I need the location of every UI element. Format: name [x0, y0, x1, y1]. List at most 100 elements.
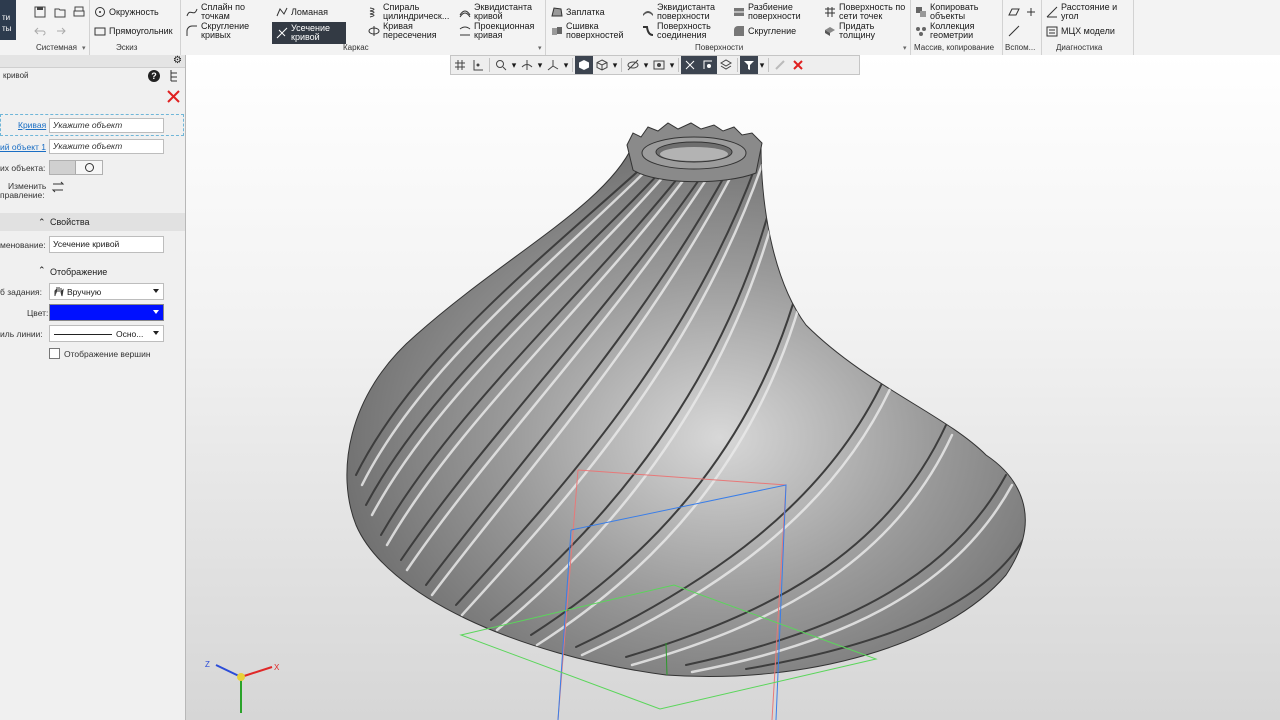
curve-field[interactable]: Укажите объект [49, 118, 164, 133]
dimensions-icon[interactable] [699, 56, 717, 74]
vase-model[interactable]: X Z [186, 55, 1280, 720]
line-style-select[interactable]: Осно... [49, 325, 164, 342]
orientation-icon[interactable] [544, 56, 562, 74]
fillet-button[interactable]: Скругление [733, 25, 796, 37]
curve-label[interactable]: Кривая [18, 120, 46, 130]
section-view-icon[interactable] [650, 56, 668, 74]
properties-panel: ⚙ кривой ? Кривая Укажите объект ий объе… [0, 55, 186, 720]
separator [89, 0, 90, 55]
group-label-system: Системная [36, 43, 77, 52]
wireframe-cube-icon[interactable] [593, 56, 611, 74]
ribbon-tab-strip[interactable]: ти ты [0, 0, 16, 40]
rectangle-button[interactable]: Прямоугольник [94, 25, 173, 37]
method-select[interactable]: Вручную [49, 283, 164, 300]
copy-objects-button[interactable]: Копировать объекты [915, 3, 978, 21]
patch-button[interactable]: Заплатка [551, 6, 605, 18]
display-section[interactable]: ⌃ Отображение [0, 265, 185, 279]
equidistant-icon [459, 6, 471, 18]
properties-section[interactable]: ⌃ Свойства [0, 213, 185, 231]
close-icon[interactable] [167, 90, 180, 105]
surface-by-grid-button[interactable]: Поверхность по сети точек [824, 3, 905, 21]
point-icon[interactable] [1024, 5, 1038, 19]
projection-curve-button[interactable]: Проекционная кривая [459, 22, 534, 40]
separator [768, 58, 769, 72]
rotate-icon[interactable] [518, 56, 536, 74]
undo-icon[interactable] [33, 24, 47, 38]
copy-icon [915, 6, 927, 18]
chevron-down-icon[interactable]: ▾ [562, 56, 570, 74]
name-field[interactable]: Усечение кривой [49, 236, 164, 253]
cancel-icon[interactable] [789, 56, 807, 74]
constraints-icon[interactable] [681, 56, 699, 74]
open-icon[interactable] [53, 5, 67, 19]
distance-angle-button[interactable]: Расстояние и угол [1046, 3, 1117, 21]
filter-icon[interactable] [740, 56, 758, 74]
view-toolbar: ▾ ▾ ▾ ▾ ▾ ▾ ▾ [450, 55, 860, 75]
connecting-surface-button[interactable]: Поверхность соединения [642, 22, 711, 40]
side-toggle[interactable] [49, 160, 103, 175]
chevron-down-icon[interactable]: ▾ [82, 44, 86, 52]
grid-toggle-icon[interactable] [451, 56, 469, 74]
layers-icon[interactable] [717, 56, 735, 74]
zoom-icon[interactable] [492, 56, 510, 74]
axis-triad[interactable]: X Z [205, 660, 280, 713]
line-style-value: Осно... [116, 329, 144, 339]
chevron-down-icon[interactable]: ▾ [538, 44, 542, 52]
vase-neck [626, 122, 763, 183]
show-vertices-checkbox[interactable] [49, 348, 60, 359]
object-field[interactable]: Укажите объект [49, 139, 164, 154]
curve-trim-button[interactable]: Усечение кривой [272, 22, 347, 44]
group-label-arrays: Массив, копирование [914, 43, 995, 52]
chevron-down-icon[interactable]: ▾ [642, 56, 650, 74]
mass-properties-label: МЦХ модели [1061, 25, 1115, 36]
curve-fillet-button[interactable]: Скругление кривых [186, 22, 249, 40]
apply-icon[interactable] [771, 56, 789, 74]
split-surface-button[interactable]: Разбиение поверхности [733, 3, 801, 21]
spiral-label-2: цилиндрическ... [383, 11, 450, 21]
chevron-down-icon[interactable]: ▾ [536, 56, 544, 74]
intersection-label-2: пересечения [383, 30, 437, 40]
separator [1041, 0, 1042, 55]
polyline-button[interactable]: Ломаная [276, 6, 328, 18]
properties-section-label: Свойства [50, 217, 90, 227]
redo-icon[interactable] [53, 24, 67, 38]
intersection-icon [368, 25, 380, 37]
snap-icon[interactable] [469, 56, 487, 74]
tree-icon[interactable] [168, 69, 180, 84]
object-label[interactable]: ий объект 1 [0, 142, 46, 152]
3d-viewport[interactable]: X Z ▾ ▾ ▾ ▾ ▾ ▾ ▾ [186, 55, 1280, 720]
save-icon[interactable] [33, 5, 47, 19]
chevron-down-icon[interactable]: ▾ [510, 56, 518, 74]
chevron-down-icon[interactable]: ▾ [668, 56, 676, 74]
ribbon: ти ты ▾ Окружность Прямоугольник Сплайн … [0, 0, 1280, 56]
equidistant-curve-button[interactable]: Эквидистанта кривой [459, 3, 532, 21]
spiral-cylindrical-button[interactable]: Спираль цилиндрическ... [368, 3, 449, 21]
axis-icon[interactable] [1007, 24, 1021, 38]
axis-z-label: Z [205, 660, 210, 669]
separator [1002, 0, 1003, 55]
print-icon[interactable] [72, 5, 86, 19]
visibility-icon[interactable] [624, 56, 642, 74]
chevron-down-icon[interactable]: ▾ [903, 44, 907, 52]
help-icon[interactable]: ? [148, 70, 160, 82]
spline-by-points-button[interactable]: Сплайн по точкам [186, 3, 245, 21]
add-thickness-button[interactable]: Придать толщину [824, 22, 875, 40]
gear-icon[interactable]: ⚙ [173, 55, 182, 66]
mass-properties-button[interactable]: МЦХ модели [1046, 25, 1115, 37]
equidistant-surface-label-2: поверхности [657, 11, 710, 21]
circle-icon [94, 6, 106, 18]
geometry-collection-button[interactable]: Коллекция геометрии [915, 22, 975, 40]
group-label-surfaces: Поверхности [695, 43, 744, 52]
equidistant-surface-button[interactable]: Эквидистанта поверхности [642, 3, 715, 21]
swap-direction-icon[interactable] [51, 181, 65, 195]
chevron-down-icon[interactable]: ▾ [611, 56, 619, 74]
stitch-surfaces-button[interactable]: Сшивка поверхностей [551, 22, 624, 40]
hand-icon [53, 286, 64, 299]
color-select[interactable] [49, 304, 164, 321]
intersection-curve-button[interactable]: Кривая пересечения [368, 22, 437, 40]
circle-button[interactable]: Окружность [94, 6, 159, 18]
chevron-down-icon[interactable]: ▾ [758, 56, 766, 74]
plane-icon[interactable] [1007, 5, 1021, 19]
shaded-cube-icon[interactable] [575, 56, 593, 74]
display-section-label: Отображение [50, 267, 108, 277]
